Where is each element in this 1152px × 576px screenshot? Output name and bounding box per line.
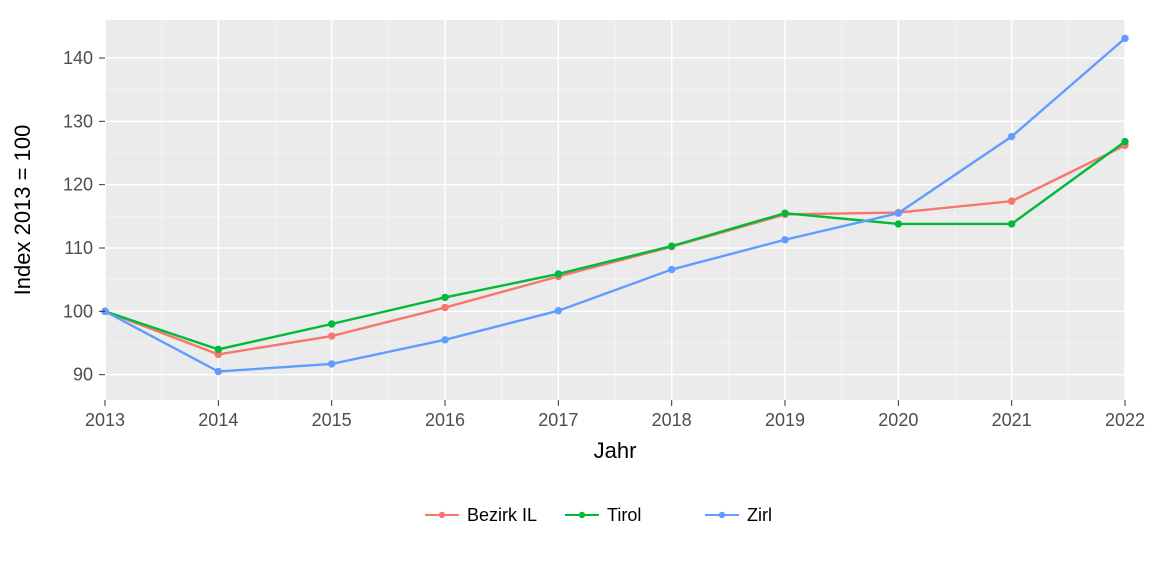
x-tick-label: 2020 xyxy=(878,410,918,430)
series-point xyxy=(328,361,334,367)
series-point xyxy=(215,368,221,374)
series-point xyxy=(668,243,674,249)
series-point xyxy=(782,237,788,243)
y-tick-label: 90 xyxy=(73,365,93,385)
x-tick-label: 2014 xyxy=(198,410,238,430)
series-point xyxy=(782,210,788,216)
x-tick-label: 2019 xyxy=(765,410,805,430)
legend-label: Bezirk IL xyxy=(467,505,537,525)
x-axis-title: Jahr xyxy=(594,438,637,463)
legend-swatch-point xyxy=(579,512,585,518)
y-tick-label: 130 xyxy=(63,111,93,131)
x-tick-label: 2018 xyxy=(652,410,692,430)
series-point xyxy=(1122,138,1128,144)
series-point xyxy=(668,266,674,272)
y-tick-label: 100 xyxy=(63,301,93,321)
y-axis-title: Index 2013 = 100 xyxy=(10,125,35,296)
series-point xyxy=(895,221,901,227)
y-tick-label: 140 xyxy=(63,48,93,68)
x-tick-label: 2015 xyxy=(312,410,352,430)
legend-label: Zirl xyxy=(747,505,772,525)
legend-swatch-point xyxy=(719,512,725,518)
series-point xyxy=(555,308,561,314)
series-point xyxy=(1008,221,1014,227)
series-point xyxy=(895,210,901,216)
series-point xyxy=(442,294,448,300)
x-tick-label: 2016 xyxy=(425,410,465,430)
x-tick-label: 2013 xyxy=(85,410,125,430)
series-point xyxy=(555,271,561,277)
series-point xyxy=(328,321,334,327)
series-point xyxy=(1122,35,1128,41)
y-tick-label: 110 xyxy=(64,238,93,258)
x-tick-label: 2021 xyxy=(992,410,1032,430)
y-tick-label: 120 xyxy=(63,175,93,195)
series-point xyxy=(442,337,448,343)
series-point xyxy=(1008,133,1014,139)
line-chart: 2013 2014 2015 2016 2017 2018 2019 2020 2021 2022… xyxy=(0,0,1152,576)
x-tick-label: 2017 xyxy=(538,410,578,430)
legend-label: Tirol xyxy=(607,505,641,525)
x-tick-label: 2022 xyxy=(1105,410,1145,430)
series-point xyxy=(328,333,334,339)
series-point xyxy=(215,346,221,352)
series-point xyxy=(442,304,448,310)
series-point xyxy=(1008,198,1014,204)
legend-swatch-point xyxy=(439,512,445,518)
